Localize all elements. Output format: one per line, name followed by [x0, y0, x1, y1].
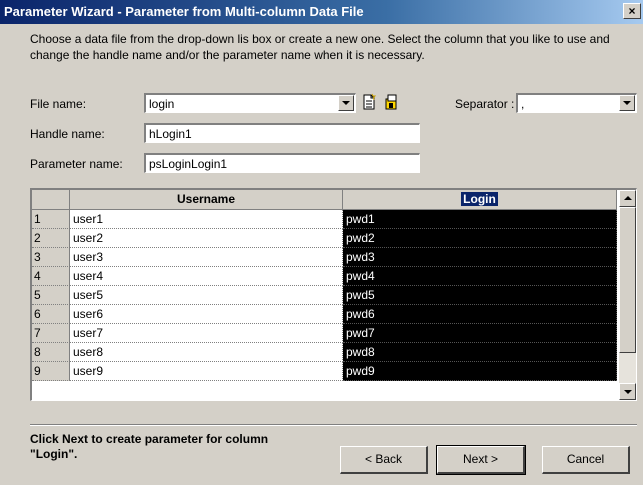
username-cell[interactable]: user3	[70, 248, 343, 267]
login-cell[interactable]: pwd8	[343, 343, 617, 362]
login-cell[interactable]: pwd7	[343, 324, 617, 343]
login-cell[interactable]: pwd1	[343, 210, 617, 229]
table-row[interactable]: 9 user9 pwd9	[32, 362, 617, 381]
table-row[interactable]: 1 user1 pwd1	[32, 210, 617, 229]
parameter-name-value: psLoginLogin1	[149, 157, 228, 171]
column-header-username[interactable]: Username	[70, 190, 343, 210]
close-icon: ×	[628, 4, 636, 18]
data-grid[interactable]: Username Login 1 user1 pwd1 2 user2 pwd2…	[30, 188, 637, 401]
instructions-text: Choose a data file from the drop-down li…	[30, 32, 610, 62]
table-row[interactable]: 6 user6 pwd6	[32, 305, 617, 324]
next-button[interactable]: Next >	[436, 445, 526, 475]
username-cell[interactable]: user6	[70, 305, 343, 324]
file-name-dropdown-button[interactable]	[338, 95, 354, 111]
login-cell[interactable]: pwd6	[343, 305, 617, 324]
table-row[interactable]: 5 user5 pwd5	[32, 286, 617, 305]
username-cell[interactable]: user1	[70, 210, 343, 229]
row-number-header	[32, 190, 70, 210]
column-header-login[interactable]: Login	[343, 190, 617, 210]
chevron-down-icon	[623, 101, 631, 105]
username-cell[interactable]: user4	[70, 267, 343, 286]
username-cell[interactable]: user7	[70, 324, 343, 343]
username-cell[interactable]: user5	[70, 286, 343, 305]
new-file-button[interactable]	[360, 93, 378, 111]
row-number: 9	[32, 362, 70, 381]
file-name-label: File name:	[30, 97, 87, 111]
cancel-button[interactable]: Cancel	[542, 446, 630, 474]
row-number: 5	[32, 286, 70, 305]
row-number: 4	[32, 267, 70, 286]
table-row[interactable]: 7 user7 pwd7	[32, 324, 617, 343]
open-file-icon	[385, 94, 397, 110]
login-cell[interactable]: pwd5	[343, 286, 617, 305]
scroll-up-button[interactable]	[619, 190, 636, 207]
scroll-down-button[interactable]	[619, 383, 636, 400]
row-number: 2	[32, 229, 70, 248]
table-row[interactable]: 8 user8 pwd8	[32, 343, 617, 362]
table-row[interactable]: 2 user2 pwd2	[32, 229, 617, 248]
table-row[interactable]: 3 user3 pwd3	[32, 248, 617, 267]
row-number: 3	[32, 248, 70, 267]
chevron-down-icon	[342, 101, 350, 105]
login-cell[interactable]: pwd4	[343, 267, 617, 286]
login-cell[interactable]: pwd3	[343, 248, 617, 267]
row-number: 7	[32, 324, 70, 343]
separator-dropdown-button[interactable]	[619, 95, 635, 111]
open-file-button[interactable]	[383, 93, 401, 111]
login-cell[interactable]: pwd2	[343, 229, 617, 248]
separator-value: ,	[521, 97, 525, 111]
separator-label: Separator :	[455, 97, 515, 111]
handle-name-value: hLogin1	[149, 127, 192, 141]
parameter-name-input[interactable]: psLoginLogin1	[144, 153, 420, 173]
username-cell[interactable]: user8	[70, 343, 343, 362]
new-file-icon	[363, 93, 377, 110]
grid-header: Username Login	[32, 190, 617, 210]
window-title: Parameter Wizard - Parameter from Multi-…	[4, 4, 364, 19]
handle-name-label: Handle name:	[30, 127, 105, 141]
vertical-scrollbar[interactable]	[619, 190, 636, 400]
parameter-name-label: Parameter name:	[30, 157, 123, 171]
handle-name-input[interactable]: hLogin1	[144, 123, 420, 143]
login-cell[interactable]: pwd9	[343, 362, 617, 381]
username-cell[interactable]: user2	[70, 229, 343, 248]
back-button[interactable]: < Back	[340, 446, 428, 474]
footer-divider	[30, 424, 637, 426]
file-name-combobox[interactable]: login	[144, 93, 356, 113]
title-bar: Parameter Wizard - Parameter from Multi-…	[0, 0, 643, 24]
row-number: 1	[32, 210, 70, 229]
row-number: 8	[32, 343, 70, 362]
scroll-thumb[interactable]	[619, 207, 636, 353]
username-cell[interactable]: user9	[70, 362, 343, 381]
table-row[interactable]: 4 user4 pwd4	[32, 267, 617, 286]
arrow-up-icon	[624, 196, 632, 200]
arrow-down-icon	[624, 390, 632, 394]
close-button[interactable]: ×	[623, 3, 641, 19]
row-number: 6	[32, 305, 70, 324]
file-name-value: login	[149, 97, 175, 111]
footer-hint: Click Next to create parameter for colum…	[30, 432, 269, 461]
